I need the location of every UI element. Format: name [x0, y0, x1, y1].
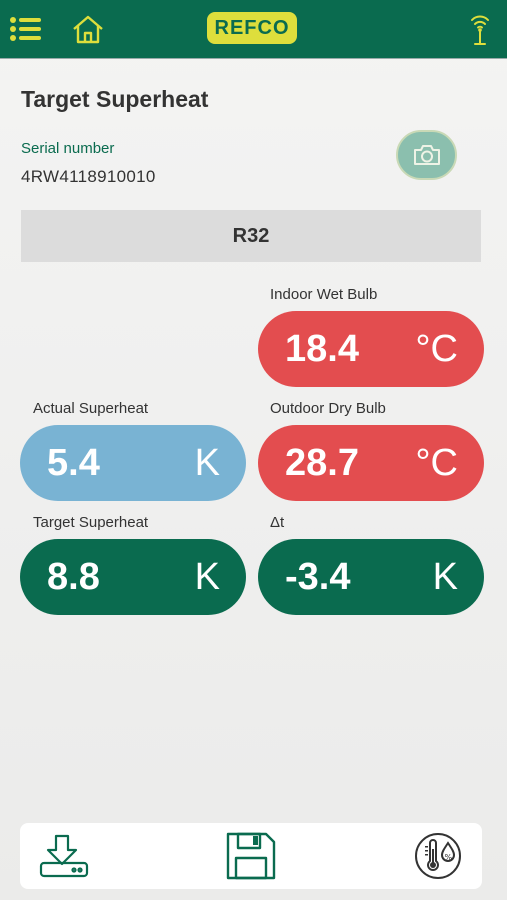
refrigerant-label: R32	[232, 224, 270, 247]
target-superheat-field: 8.8 K	[20, 539, 246, 615]
wireless-button[interactable]	[462, 11, 498, 47]
delta-t-field: -3.4 K	[258, 539, 484, 615]
temperature-humidity-icon: %	[415, 833, 461, 879]
target-superheat-value: 8.8	[47, 556, 100, 598]
menu-icon	[10, 17, 41, 41]
menu-button[interactable]	[8, 11, 44, 47]
actual-superheat-unit: K	[194, 442, 220, 484]
refco-logo: REFCO	[207, 12, 297, 44]
outdoor-dry-bulb-value: 28.7	[285, 442, 359, 484]
home-button[interactable]	[70, 11, 106, 47]
indoor-wet-bulb-field[interactable]: 18.4 °C	[258, 311, 484, 387]
download-button[interactable]	[36, 829, 92, 883]
outdoor-dry-bulb-unit: °C	[415, 442, 458, 484]
page-title: Target Superheat	[21, 86, 209, 112]
home-icon	[73, 15, 103, 44]
delta-t-unit: K	[432, 556, 458, 598]
serial-number-value: 4RW4118910010	[21, 167, 156, 186]
outdoor-dry-bulb-field[interactable]: 28.7 °C	[258, 425, 484, 501]
actual-superheat-field[interactable]: 5.4 K	[20, 425, 246, 501]
temperature-humidity-button[interactable]: %	[406, 829, 470, 883]
camera-icon	[413, 145, 440, 165]
top-bar: REFCO	[0, 0, 507, 59]
actual-superheat-value: 5.4	[47, 442, 100, 484]
download-icon	[39, 834, 89, 878]
actual-superheat-label: Actual Superheat	[33, 400, 149, 417]
serial-number-label: Serial number	[21, 140, 115, 157]
target-superheat-label: Target Superheat	[33, 514, 149, 531]
indoor-wet-bulb-value: 18.4	[285, 328, 359, 370]
bottom-toolbar: %	[20, 823, 482, 889]
wireless-icon	[471, 15, 489, 45]
delta-t-value: -3.4	[285, 556, 351, 598]
target-superheat-unit: K	[194, 556, 220, 598]
indoor-wet-bulb-label: Indoor Wet Bulb	[270, 286, 378, 303]
svg-text:%: %	[445, 853, 453, 862]
delta-t-label: Δt	[270, 514, 285, 531]
refrigerant-selector[interactable]: R32	[21, 210, 481, 262]
save-icon	[226, 832, 276, 880]
outdoor-dry-bulb-label: Outdoor Dry Bulb	[270, 400, 386, 417]
save-button[interactable]	[223, 829, 279, 883]
logo-text: REFCO	[214, 16, 290, 39]
indoor-wet-bulb-unit: °C	[415, 328, 458, 370]
camera-button[interactable]	[396, 130, 457, 180]
